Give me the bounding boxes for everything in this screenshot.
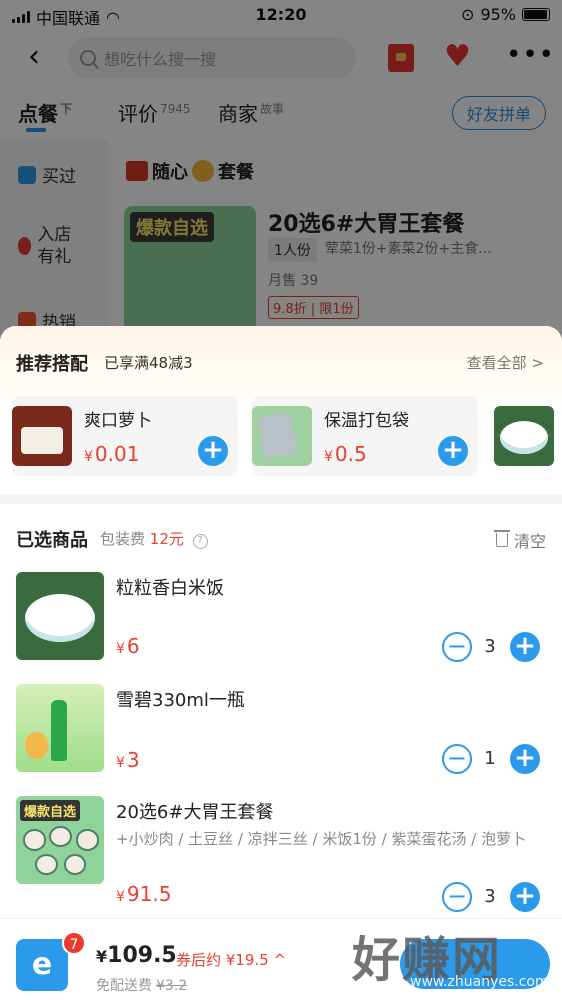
help-icon[interactable]: ? bbox=[192, 534, 208, 549]
total-price: ¥109.5 bbox=[96, 943, 177, 968]
price-value: 0.01 bbox=[94, 442, 140, 466]
item-price: ¥3 bbox=[116, 748, 140, 772]
delivery-fee: 免配送费 ¥3.2 bbox=[96, 975, 187, 995]
currency-symbol: ¥ bbox=[324, 449, 333, 465]
item-qty: 1 bbox=[484, 748, 496, 769]
cart-item: 爆款自选 20选6#大胃王套餐 +小炒肉 / 土豆丝 / 凉拌三丝 / 米饭1份… bbox=[0, 796, 562, 926]
increase-qty-button[interactable]: + bbox=[510, 744, 540, 774]
view-all-link[interactable]: 查看全部 > bbox=[467, 352, 544, 373]
decrease-qty-button[interactable]: − bbox=[442, 632, 472, 662]
item-qty: 3 bbox=[484, 886, 496, 907]
combo-image-label: 爆款自选 bbox=[20, 800, 81, 821]
packing-fee-label: 包装费 bbox=[100, 530, 146, 548]
recommend-price: ¥0.5 bbox=[324, 442, 367, 466]
packing-fee: 包装费 12元 ? bbox=[100, 528, 208, 549]
decrease-qty-button[interactable]: − bbox=[442, 882, 472, 912]
total-value: 109.5 bbox=[107, 943, 177, 968]
cart-button[interactable]: 7 bbox=[16, 931, 86, 991]
clear-cart-label: 清空 bbox=[513, 532, 546, 551]
item-price: ¥91.5 bbox=[116, 882, 171, 906]
cart-count-badge: 7 bbox=[62, 931, 86, 955]
recommend-name: 爽口萝卜 bbox=[84, 411, 152, 431]
recommend-card-partial[interactable] bbox=[492, 396, 562, 476]
price-value: 91.5 bbox=[126, 882, 172, 906]
soda-image bbox=[16, 684, 104, 772]
recommend-title: 推荐搭配 bbox=[16, 354, 88, 375]
recommend-subtitle: 已享满48减3 bbox=[104, 354, 193, 372]
recommend-price: ¥0.01 bbox=[84, 442, 139, 466]
packing-fee-value: 12元 bbox=[149, 530, 184, 548]
price-value: 3 bbox=[126, 748, 140, 772]
selected-title: 已选商品 bbox=[16, 530, 88, 551]
item-options: +小炒肉 / 土豆丝 / 凉拌三丝 / 米饭1份 / 紫菜蛋花汤 / 泡萝卜 bbox=[116, 830, 527, 848]
cart-icon bbox=[16, 939, 68, 991]
recommend-name: 保温打包袋 bbox=[324, 411, 409, 431]
currency-symbol: ¥ bbox=[96, 947, 108, 966]
increase-qty-button[interactable]: + bbox=[510, 882, 540, 912]
rice-image bbox=[494, 406, 554, 466]
item-name: 雪碧330ml一瓶 bbox=[116, 690, 245, 711]
recommend-section: 推荐搭配 已享满48减3 查看全部 > 爽口萝卜 ¥0.01 + 保温打包袋 ¥… bbox=[0, 326, 562, 494]
free-delivery-label: 免配送费 bbox=[96, 978, 152, 994]
item-price: ¥6 bbox=[116, 634, 140, 658]
add-button[interactable]: + bbox=[198, 436, 228, 466]
add-button[interactable]: + bbox=[438, 436, 468, 466]
watermark-url: www.zhuanyes.com bbox=[410, 974, 549, 990]
cart-item: 雪碧330ml一瓶 ¥3 − 1 + bbox=[0, 684, 562, 794]
after-coupon-price[interactable]: 券后约 ¥19.5 ^ bbox=[176, 949, 286, 970]
item-name: 20选6#大胃王套餐 bbox=[116, 802, 274, 823]
item-qty: 3 bbox=[484, 636, 496, 657]
recommend-card[interactable]: 爽口萝卜 ¥0.01 + bbox=[12, 396, 238, 476]
rice-image bbox=[16, 572, 104, 660]
original-delivery-fee: ¥3.2 bbox=[156, 978, 188, 994]
cart-item: 粒粒香白米饭 ¥6 − 3 + bbox=[0, 572, 562, 682]
combo-image: 爆款自选 bbox=[16, 796, 104, 884]
recommend-card[interactable]: 保温打包袋 ¥0.5 + bbox=[252, 396, 478, 476]
currency-symbol: ¥ bbox=[116, 641, 125, 657]
increase-qty-button[interactable]: + bbox=[510, 632, 540, 662]
currency-symbol: ¥ bbox=[84, 449, 93, 465]
cart-sheet: 推荐搭配 已享满48减3 查看全部 > 爽口萝卜 ¥0.01 + 保温打包袋 ¥… bbox=[0, 326, 562, 1000]
price-value: 0.5 bbox=[334, 442, 367, 466]
item-name: 粒粒香白米饭 bbox=[116, 578, 224, 599]
price-value: 6 bbox=[126, 634, 140, 658]
clear-cart-button[interactable]: 清空 bbox=[493, 528, 546, 552]
bag-image bbox=[252, 406, 312, 466]
currency-symbol: ¥ bbox=[116, 755, 125, 771]
radish-image bbox=[12, 406, 72, 466]
trash-icon bbox=[493, 530, 510, 547]
decrease-qty-button[interactable]: − bbox=[442, 744, 472, 774]
currency-symbol: ¥ bbox=[116, 889, 125, 905]
